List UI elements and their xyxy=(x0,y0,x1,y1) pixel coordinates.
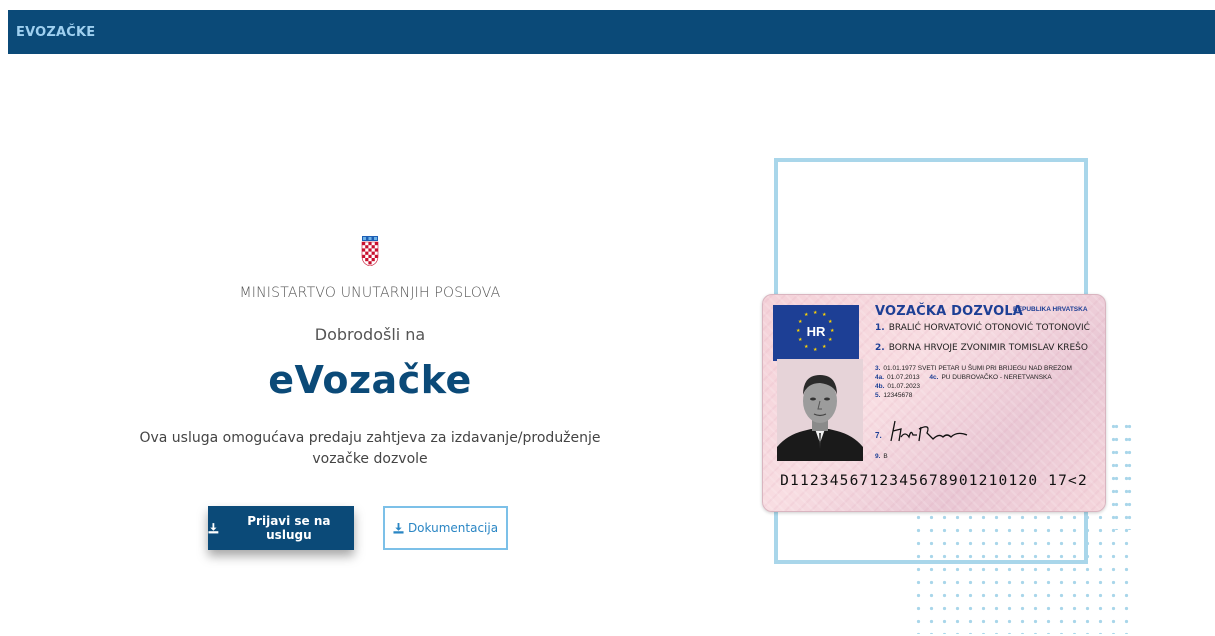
decorative-dot-grid xyxy=(1110,420,1134,530)
documentation-button-label: Dokumentacija xyxy=(407,521,499,535)
brand-link[interactable]: EVOZAČKE xyxy=(16,25,95,40)
download-icon xyxy=(208,522,219,533)
top-bar: EVOZAČKE xyxy=(8,10,1215,54)
welcome-panel: MINISTARTVO UNUTARNJIH POSLOVA Dobrodošl… xyxy=(110,236,630,550)
license-categories: 9. B xyxy=(875,453,888,460)
ministry-name: MINISTARTVO UNUTARNJIH POSLOVA xyxy=(239,285,501,301)
holder-photo xyxy=(777,359,863,461)
login-button-label: Prijavi se na uslugu xyxy=(247,514,331,542)
documentation-button[interactable]: Dokumentacija xyxy=(383,506,508,550)
app-title: eVozačke xyxy=(268,358,472,402)
license-given-names: 2. BORNA HRVOJE ZVONIMIR TOMISLAV KREŠO xyxy=(875,343,1088,353)
holder-signature xyxy=(890,420,968,442)
license-issue: 4a. 01.07.2013 4c. PU DUBROVAČKO - NERETVA… xyxy=(875,374,1052,381)
drivers-license-illustration: ★ ★ ★ ★ ★ ★ ★ ★ ★ ★ ★ ★ HR VOZAČKA DOZVO… xyxy=(762,294,1106,512)
eu-flag-icon: ★ ★ ★ ★ ★ ★ ★ ★ ★ ★ ★ ★ HR xyxy=(773,305,859,361)
license-number: 5. 12345678 xyxy=(875,392,913,399)
croatian-coat-of-arms-icon xyxy=(361,236,379,266)
decorative-frame-top xyxy=(774,158,1088,298)
license-country: REPUBLIKA HRVATSKA xyxy=(1013,306,1088,313)
action-buttons: Prijavi se na uslugu Dokumentacija xyxy=(208,506,608,556)
welcome-text: Dobrodošli na xyxy=(314,325,426,344)
machine-readable-zone: D1123456712345678901210120 17<2 xyxy=(780,473,1088,489)
license-surname: 1. BRALIĆ HORVATOVIĆ OTONOVIĆ TOTONOVIĆ xyxy=(875,323,1090,333)
download-icon xyxy=(393,522,404,534)
service-description: Ova usluga omogućava predaju zahtjeva za… xyxy=(139,430,601,467)
license-birth: 3. 01.01.1977 SVETI PETAR U ŠUMI PRI BRIJ… xyxy=(875,365,1072,372)
login-button[interactable]: Prijavi se na uslugu xyxy=(208,506,354,550)
signature-label: 7. xyxy=(875,431,882,440)
license-expiry: 4b. 01.07.2023 xyxy=(875,383,920,390)
country-code: HR xyxy=(806,324,826,339)
license-title: VOZAČKA DOZVOLA xyxy=(875,304,1024,319)
